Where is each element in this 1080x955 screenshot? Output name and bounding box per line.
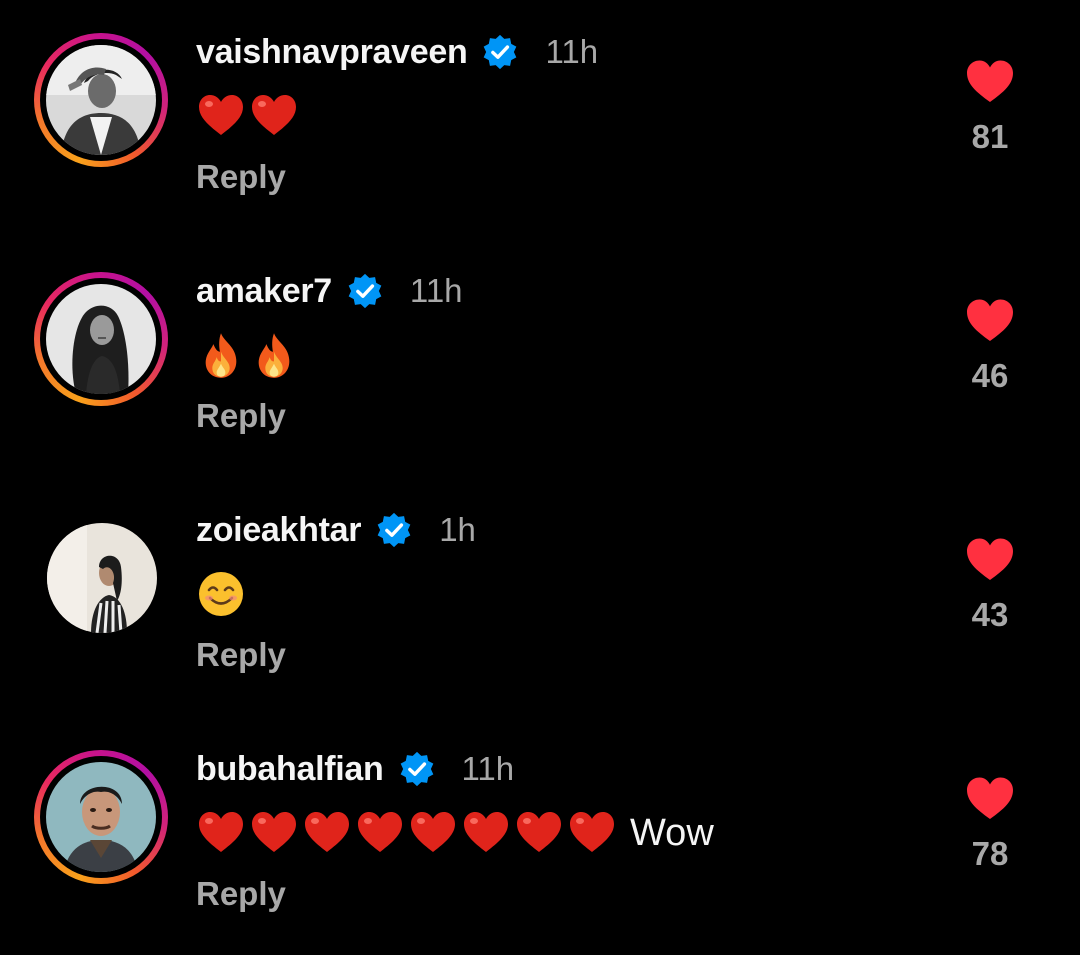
like-button[interactable]: 78 (962, 775, 1018, 873)
verified-badge-icon (398, 750, 436, 788)
like-button[interactable]: 46 (962, 297, 1018, 395)
verified-badge-icon (375, 511, 413, 549)
reply-button[interactable]: Reply (196, 875, 286, 913)
fire-emoji-icon (249, 330, 299, 380)
reply-button[interactable]: Reply (196, 158, 286, 196)
like-count: 81 (971, 118, 1009, 155)
like-count: 43 (971, 596, 1009, 633)
fire-emoji-icon (196, 330, 246, 380)
red-heart-emoji-icon (408, 808, 458, 858)
avatar (46, 45, 156, 155)
comment-text (196, 88, 302, 144)
smiling-face-emoji-icon (196, 569, 246, 619)
username[interactable]: vaishnavpraveen (196, 33, 468, 72)
avatar (46, 762, 156, 872)
comment-item: bubahalfian 11h Wow Reply 78 (0, 717, 1080, 917)
avatar-frame[interactable] (34, 511, 168, 645)
timestamp: 11h (461, 750, 515, 787)
red-heart-emoji-icon (249, 91, 299, 141)
avatar (46, 284, 156, 394)
like-button[interactable]: 81 (962, 58, 1018, 156)
verified-badge-icon (481, 33, 519, 71)
red-heart-emoji-icon (514, 808, 564, 858)
comment-item: vaishnavpraveen 11h Reply 81 (0, 0, 1080, 200)
like-count: 46 (971, 357, 1009, 394)
red-heart-emoji-icon (461, 808, 511, 858)
timestamp: 1h (439, 511, 476, 548)
heart-icon (965, 297, 1015, 343)
comment-item: amaker7 11h Reply 46 (0, 239, 1080, 439)
comment-text: Wow (196, 805, 714, 861)
red-heart-emoji-icon (196, 808, 246, 858)
comment-text (196, 566, 246, 622)
red-heart-emoji-icon (355, 808, 405, 858)
heart-icon (965, 536, 1015, 582)
reply-button[interactable]: Reply (196, 636, 286, 674)
comment-item: zoieakhtar 1h Reply 43 (0, 478, 1080, 678)
timestamp: 11h (545, 33, 599, 70)
avatar-story-ring[interactable] (34, 33, 168, 167)
red-heart-emoji-icon (567, 808, 617, 858)
heart-icon (965, 58, 1015, 104)
like-count: 78 (971, 835, 1009, 872)
timestamp: 11h (409, 272, 463, 309)
avatar (47, 523, 157, 633)
comment-text-trailing: Wow (630, 811, 714, 854)
like-button[interactable]: 43 (962, 536, 1018, 634)
red-heart-emoji-icon (249, 808, 299, 858)
avatar-story-ring[interactable] (34, 272, 168, 406)
reply-button[interactable]: Reply (196, 397, 286, 435)
avatar-story-ring[interactable] (34, 750, 168, 884)
red-heart-emoji-icon (196, 91, 246, 141)
heart-icon (965, 775, 1015, 821)
verified-badge-icon (346, 272, 384, 310)
red-heart-emoji-icon (302, 808, 352, 858)
username[interactable]: amaker7 (196, 272, 332, 311)
username[interactable]: zoieakhtar (196, 511, 361, 550)
username[interactable]: bubahalfian (196, 750, 384, 789)
comment-text (196, 327, 302, 383)
